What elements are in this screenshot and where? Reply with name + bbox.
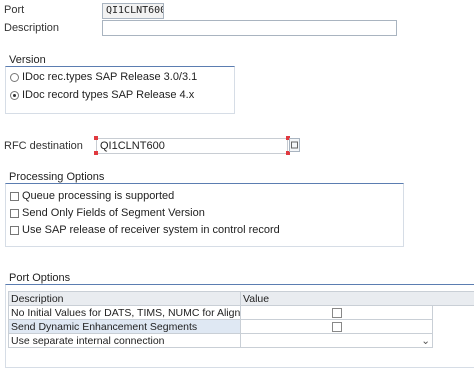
value-help-icon <box>291 141 298 149</box>
segment-version-label[interactable]: Send Only Fields of Segment Version <box>22 207 205 219</box>
dynamic-enhancement-checkbox[interactable] <box>331 321 342 332</box>
receiver-release-checkbox[interactable] <box>10 226 19 235</box>
rfc-destination-label: RFC destination <box>4 140 83 152</box>
focus-marker-bottom-left <box>94 151 98 155</box>
table-header-row: Description Value <box>8 291 433 306</box>
value-help-button[interactable] <box>289 138 300 152</box>
row-description: Use separate internal connection <box>8 333 241 348</box>
row-description: No Initial Values for DATS, TIMS, NUMC f… <box>8 305 241 320</box>
column-header-description[interactable]: Description <box>8 291 241 306</box>
row-value-cell[interactable] <box>240 305 433 320</box>
rfc-destination-field[interactable]: QI1CLNT600 <box>96 138 288 154</box>
table-row[interactable]: Use separate internal connection ⌄ <box>8 333 433 348</box>
chevron-down-icon: ⌄ <box>421 334 430 347</box>
column-header-value[interactable]: Value <box>240 291 433 306</box>
row-description: Send Dynamic Enhancement Segments <box>8 319 241 334</box>
radio-release-3x-label[interactable]: IDoc rec.types SAP Release 3.0/3.1 <box>22 71 197 83</box>
radio-release-3x[interactable] <box>10 73 19 82</box>
radio-release-4x-label[interactable]: IDoc record types SAP Release 4.x <box>22 89 194 101</box>
port-options-table: Description Value No Initial Values for … <box>8 291 433 348</box>
segment-version-checkbox[interactable] <box>10 209 19 218</box>
processing-options-title: Processing Options <box>9 171 105 183</box>
queue-processing-label[interactable]: Queue processing is supported <box>22 190 174 202</box>
description-label: Description <box>4 22 60 34</box>
no-initial-values-checkbox[interactable] <box>331 307 342 318</box>
description-field[interactable] <box>102 20 397 36</box>
table-header-filler <box>432 291 474 306</box>
focus-marker-top-left <box>94 136 98 140</box>
port-label: Port <box>4 4 25 16</box>
receiver-release-label[interactable]: Use SAP release of receiver system in co… <box>22 224 280 236</box>
separate-connection-dropdown[interactable]: ⌄ <box>240 333 433 348</box>
version-title: Version <box>9 54 46 66</box>
table-row[interactable]: No Initial Values for DATS, TIMS, NUMC f… <box>8 305 433 320</box>
queue-processing-checkbox[interactable] <box>10 192 19 201</box>
table-row[interactable]: Send Dynamic Enhancement Segments <box>8 319 433 334</box>
radio-release-4x[interactable] <box>10 91 19 100</box>
row-value-cell[interactable] <box>240 319 433 334</box>
port-options-title: Port Options <box>9 272 71 284</box>
port-field[interactable]: QI1CLNT600 <box>102 3 164 19</box>
